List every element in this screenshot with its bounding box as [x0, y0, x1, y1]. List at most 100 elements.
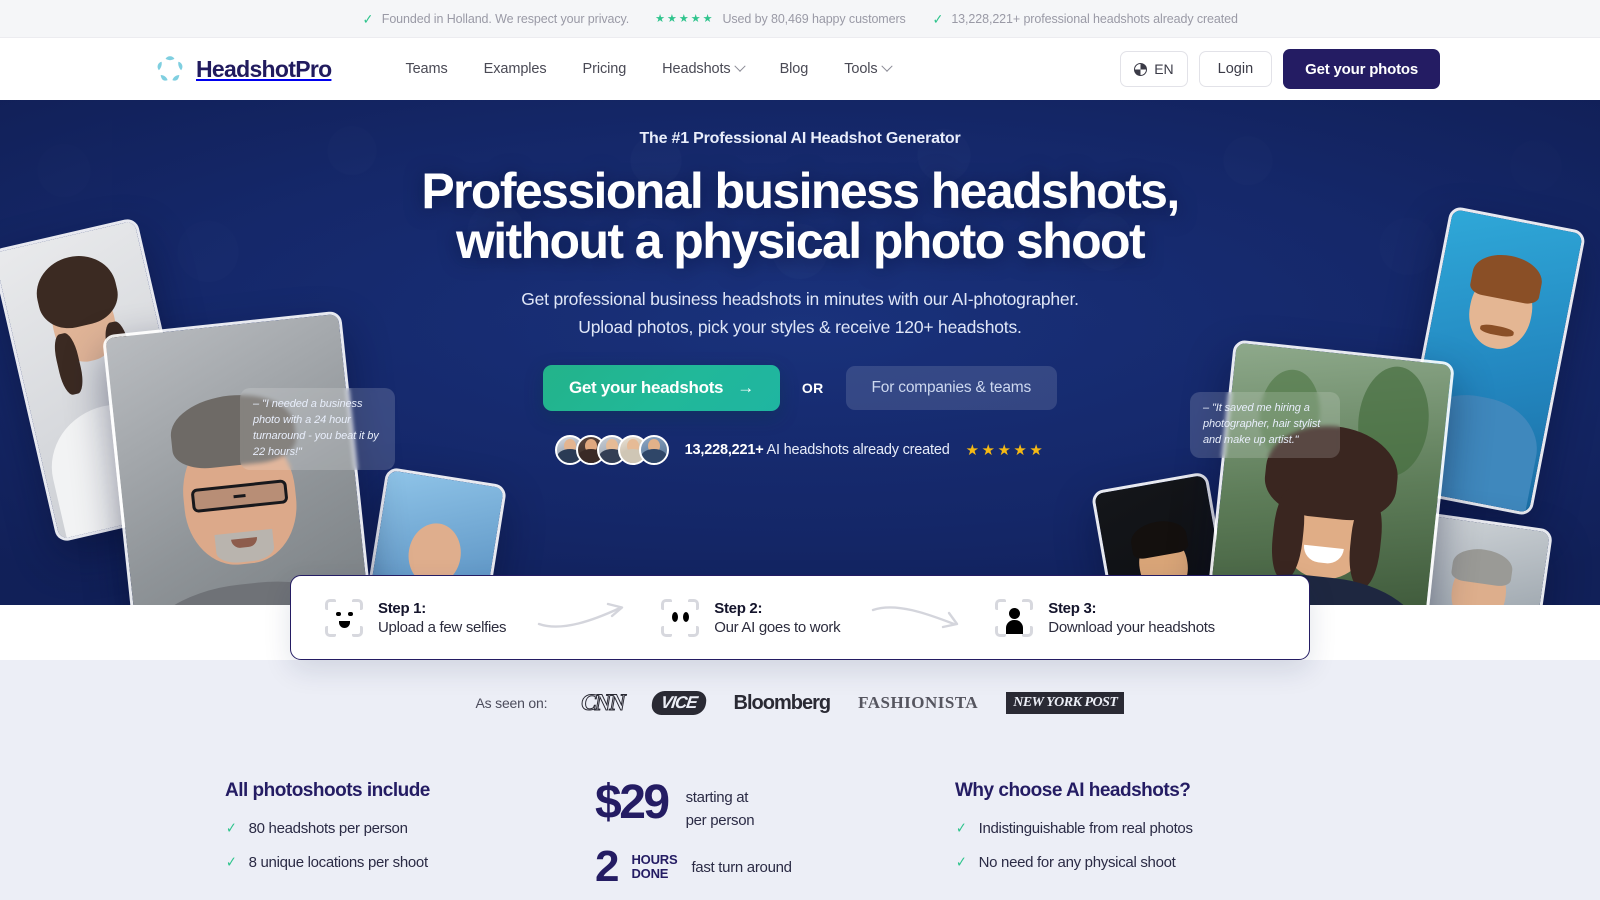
includes-item: ✓ 80 headshots per person	[225, 819, 595, 838]
announcement-item-privacy: ✓ Founded in Holland. We respect your pr…	[362, 11, 630, 26]
arrow-right-icon: →	[737, 378, 754, 397]
step-3: Step 3: Download your headshots	[995, 598, 1215, 637]
announcement-item-customers: ★★★★★ Used by 80,469 happy customers	[655, 12, 906, 26]
price-amount: $29	[595, 776, 670, 829]
hero-subtitle-line-2: Upload photos, pick your styles & receiv…	[578, 317, 1022, 337]
headshotpro-logo-icon	[155, 54, 185, 84]
nav-item-tools[interactable]: Tools	[844, 60, 893, 77]
steps-bar: Step 1: Upload a few selfies Step 2: Our…	[290, 575, 1310, 660]
social-proof-label: AI headshots already created	[766, 442, 950, 458]
announcement-customers-text: Used by 80,469 happy customers	[722, 11, 906, 26]
press-logo-bloomberg: Bloomberg	[733, 691, 832, 714]
stars-icon: ★★★★★	[655, 13, 715, 25]
brand-logo-link[interactable]: HeadshotPro	[155, 54, 332, 84]
social-proof-count: 13,228,221+	[684, 442, 764, 458]
cta-primary-label: Get your headshots	[568, 378, 724, 397]
social-proof-text: 13,228,221+ AI headshots already created	[685, 442, 950, 458]
brand-name: HeadshotPro	[196, 55, 332, 82]
step-2: Step 2: Our AI goes to work	[661, 598, 841, 637]
step-1: Step 1: Upload a few selfies	[325, 598, 507, 637]
nav-item-blog[interactable]: Blog	[780, 61, 809, 77]
press-logo-fashionista: FASHIONISTA	[858, 693, 979, 712]
rating-stars-icon: ★★★★★	[965, 442, 1046, 459]
hero-social-proof: 13,228,221+ AI headshots already created…	[0, 435, 1600, 465]
avatar-group	[554, 435, 669, 465]
why-item-text: No need for any physical shoot	[978, 853, 1176, 871]
language-switcher[interactable]: EN	[1120, 51, 1188, 87]
hero-section: – "I needed a business photo with a 24 h…	[0, 100, 1600, 605]
nav-item-examples[interactable]: Examples	[484, 61, 547, 77]
nav-label: Headshots	[662, 61, 731, 77]
check-icon: ✓	[932, 10, 943, 27]
hero-eyebrow: The #1 Professional AI Headshot Generato…	[639, 130, 961, 147]
site-header: HeadshotPro Teams Examples Pricing Heads…	[0, 38, 1600, 100]
get-your-photos-button[interactable]: Get your photos	[1283, 49, 1440, 89]
step-2-title: Step 2:	[714, 599, 763, 617]
chevron-down-icon	[733, 60, 746, 72]
features-column-includes: All photoshoots include ✓ 80 headshots p…	[225, 780, 595, 900]
announcement-headshots-text: 13,228,221+ professional headshots alrea…	[951, 11, 1238, 26]
cta-separator-or: OR	[801, 380, 824, 396]
nav-item-headshots[interactable]: Headshots	[662, 60, 746, 77]
price-note-line-1: starting at	[685, 789, 749, 806]
press-logo-cnn: CNN	[581, 690, 627, 716]
hero-subtitle-line-1: Get professional business headshots in m…	[521, 289, 1079, 309]
features-column-pricing: $29 starting at per person 2 HOURS DONE …	[595, 776, 955, 900]
turnaround-text: fast turn around	[691, 858, 792, 876]
face-frame-icon	[325, 598, 363, 637]
language-label: EN	[1154, 61, 1174, 77]
hero-title: Professional business headshots, without…	[0, 166, 1600, 266]
nav-item-pricing[interactable]: Pricing	[583, 61, 627, 77]
turnaround-unit-line-2: DONE	[631, 865, 669, 881]
nav-item-teams[interactable]: Teams	[405, 61, 447, 77]
nav-label: Pricing	[582, 61, 627, 77]
features-section: All photoshoots include ✓ 80 headshots p…	[0, 750, 1600, 900]
price-note: starting at per person	[686, 780, 755, 833]
price-note-line-2: per person	[685, 812, 755, 830]
arrow-2-3-icon	[870, 598, 965, 637]
includes-item-text: 80 headshots per person	[248, 819, 408, 837]
check-icon: ✓	[955, 820, 967, 837]
avatar	[638, 435, 669, 465]
why-heading: Why choose AI headshots?	[955, 780, 1191, 801]
check-icon: ✓	[955, 854, 967, 871]
hero-content: The #1 Professional AI Headshot Generato…	[0, 100, 1600, 465]
hero-subtitle: Get professional business headshots in m…	[0, 285, 1600, 341]
announcement-privacy-text: Founded in Holland. We respect your priv…	[381, 11, 630, 26]
step-1-desc: Upload a few selfies	[378, 618, 507, 636]
as-seen-on-label: As seen on:	[475, 695, 548, 711]
includes-item: ✓ 8 unique locations per shoot	[225, 853, 595, 872]
why-item: ✓ No need for any physical shoot	[955, 853, 1375, 872]
eyes-frame-icon	[661, 598, 700, 637]
header-actions: EN Login Get your photos	[1120, 49, 1440, 89]
nav-label: Tools	[844, 61, 878, 77]
announcement-bar: ✓ Founded in Holland. We respect your pr…	[0, 0, 1600, 38]
turnaround-unit: HOURS DONE	[631, 847, 677, 882]
press-logo-strip: As seen on: CNN VICE Bloomberg FASHIONIS…	[0, 690, 1600, 716]
announcement-item-headshots: ✓ 13,228,221+ professional headshots alr…	[932, 12, 1238, 26]
price-block: $29 starting at per person	[595, 776, 955, 833]
hero-title-line-2: without a physical photo shoot	[455, 213, 1146, 269]
landing-page: ✓ Founded in Holland. We respect your pr…	[0, 0, 1600, 900]
hero-title-line-1: Professional business headshots,	[421, 163, 1180, 219]
login-button[interactable]: Login	[1198, 51, 1273, 87]
step-1-title: Step 1:	[378, 599, 426, 617]
nav-label: Teams	[405, 61, 448, 77]
nav-label: Examples	[483, 61, 547, 77]
step-3-title: Step 3:	[1048, 599, 1097, 617]
includes-heading: All photoshoots include	[225, 780, 430, 801]
nav-label: Blog	[779, 61, 809, 77]
arrow-1-2-icon	[536, 598, 631, 637]
turnaround-unit-line-1: HOURS	[631, 851, 678, 867]
why-item: ✓ Indistinguishable from real photos	[955, 819, 1375, 838]
for-companies-teams-button[interactable]: For companies & teams	[845, 366, 1058, 410]
turnaround-number: 2	[595, 841, 620, 891]
chevron-down-icon	[880, 60, 893, 72]
step-3-desc: Download your headshots	[1048, 618, 1215, 636]
check-icon: ✓	[225, 854, 237, 871]
press-logo-new-york-post: NEW YORK POST	[1006, 692, 1125, 714]
get-your-headshots-button[interactable]: Get your headshots →	[542, 365, 780, 411]
includes-item-text: 8 unique locations per shoot	[248, 853, 429, 871]
features-column-why: Why choose AI headshots? ✓ Indistinguish…	[955, 780, 1375, 900]
why-item-text: Indistinguishable from real photos	[978, 819, 1193, 837]
